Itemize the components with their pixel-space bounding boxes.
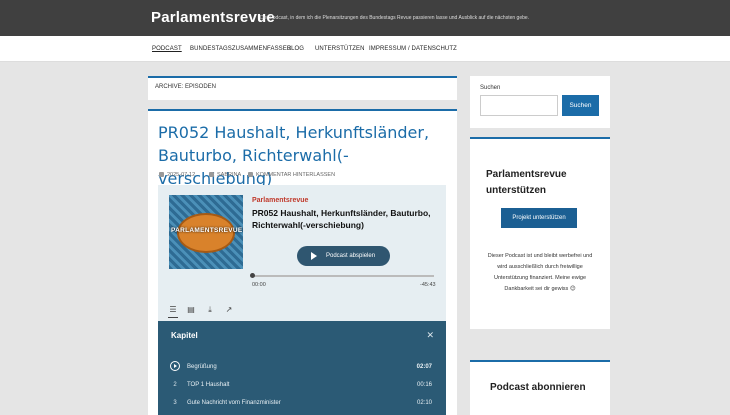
chapter-item[interactable]: 2 TOP 1 Haushalt 00:16 (170, 379, 432, 393)
archive-title: ARCHIVE: EPISODEN (155, 84, 217, 90)
progress-bar[interactable] (250, 273, 434, 278)
document-icon[interactable]: ▤ (186, 305, 196, 315)
support-heading: Parlamentsrevue unterstützen (486, 169, 567, 196)
post-author-text[interactable]: Sabrina (217, 172, 241, 178)
progress-handle[interactable] (250, 273, 255, 278)
nav-item-bundestagszusammenfasser[interactable]: Bundestagszusammenfasser (190, 46, 291, 52)
post-date: 2025-07-12 (159, 172, 195, 178)
nav-item-impressum[interactable]: Impressum / Datenschutz (369, 46, 457, 52)
search-widget: Suchen Suchen (470, 76, 610, 128)
chapter-number: 2 (173, 382, 177, 388)
episode-cover: PARLAMENTSREVUE (169, 195, 243, 269)
site-tagline: Der Podcast, in dem ich die Plenarsitzun… (260, 15, 530, 21)
site-header: Parlamentsrevue Der Podcast, in dem ich … (0, 0, 730, 36)
calendar-icon (159, 172, 164, 177)
close-icon[interactable]: ✕ (426, 330, 434, 341)
play-icon (311, 252, 317, 260)
comment-link-text[interactable]: Kommentar hinterlassen (256, 172, 335, 178)
archive-header: ARCHIVE: EPISODEN (148, 76, 457, 100)
subscribe-widget: Podcast abonnieren (470, 360, 610, 415)
chapter-title: Gute Nachricht vom Finanzminister (187, 400, 281, 406)
chapter-number: 3 (173, 400, 177, 406)
post-title[interactable]: PR052 Haushalt, Herkunftsländer, Bauturb… (158, 121, 448, 190)
nav-item-unterstuetzen[interactable]: Unterstützen (315, 46, 365, 52)
active-tab-indicator (168, 317, 178, 318)
chapter-duration: 00:16 (416, 382, 432, 388)
search-button[interactable]: Suchen (562, 95, 599, 116)
list-icon[interactable]: ☰ (168, 305, 178, 315)
post-author[interactable]: Sabrina (209, 172, 241, 178)
chapter-title: TOP 1 Haushalt (187, 382, 230, 388)
player-episode-title: PR052 Haushalt, Herkunftsländer, Bauturb… (252, 208, 431, 230)
chapters-panel: Kapitel ✕ Begrüßung 02:07 2 TOP 1 Hausha… (158, 321, 446, 415)
download-icon[interactable]: ⤓ (205, 305, 215, 315)
user-icon (209, 172, 214, 177)
time-current: 00:00 (252, 282, 266, 288)
chapters-heading: Kapitel (171, 331, 198, 340)
chapter-duration: 02:07 (416, 364, 432, 370)
main-nav: Podcast Bundestagszusammenfasser Blog Un… (0, 36, 730, 62)
nav-item-podcast[interactable]: Podcast (152, 46, 182, 52)
site-title[interactable]: Parlamentsrevue (151, 9, 275, 26)
support-widget: Parlamentsrevue unterstützen Projekt unt… (470, 137, 610, 329)
subscribe-heading: Podcast abonnieren (490, 382, 586, 393)
support-text: Dieser Podcast ist und bleibt werbefrei … (487, 253, 593, 292)
chapter-item[interactable]: 3 Gute Nachricht vom Finanzminister 02:1… (170, 397, 432, 411)
post-comment-link[interactable]: Kommentar hinterlassen (248, 172, 335, 178)
search-label: Suchen (480, 85, 501, 91)
post-date-text: 2025-07-12 (167, 172, 196, 178)
podcast-player: PARLAMENTSREVUE Parlamentsrevue PR052 Ha… (158, 185, 446, 415)
play-button-label: Podcast abspielen (326, 253, 376, 259)
chapter-play-icon[interactable] (170, 361, 180, 371)
chapter-item[interactable]: Begrüßung 02:07 (170, 361, 432, 375)
player-show-name: Parlamentsrevue (252, 197, 309, 204)
support-button[interactable]: Projekt unterstützen (501, 208, 577, 228)
share-icon[interactable]: ↗ (224, 305, 234, 315)
post-article: PR052 Haushalt, Herkunftsländer, Bauturb… (148, 109, 457, 415)
chapter-duration: 02:10 (416, 400, 432, 406)
nav-item-blog[interactable]: Blog (287, 46, 304, 52)
search-input[interactable] (480, 95, 558, 116)
cover-logo-text: PARLAMENTSREVUE (171, 227, 243, 234)
play-button[interactable]: Podcast abspielen (297, 246, 390, 266)
comment-icon (248, 172, 253, 177)
time-remaining: -45:43 (420, 282, 436, 288)
chapter-title: Begrüßung (187, 364, 217, 370)
